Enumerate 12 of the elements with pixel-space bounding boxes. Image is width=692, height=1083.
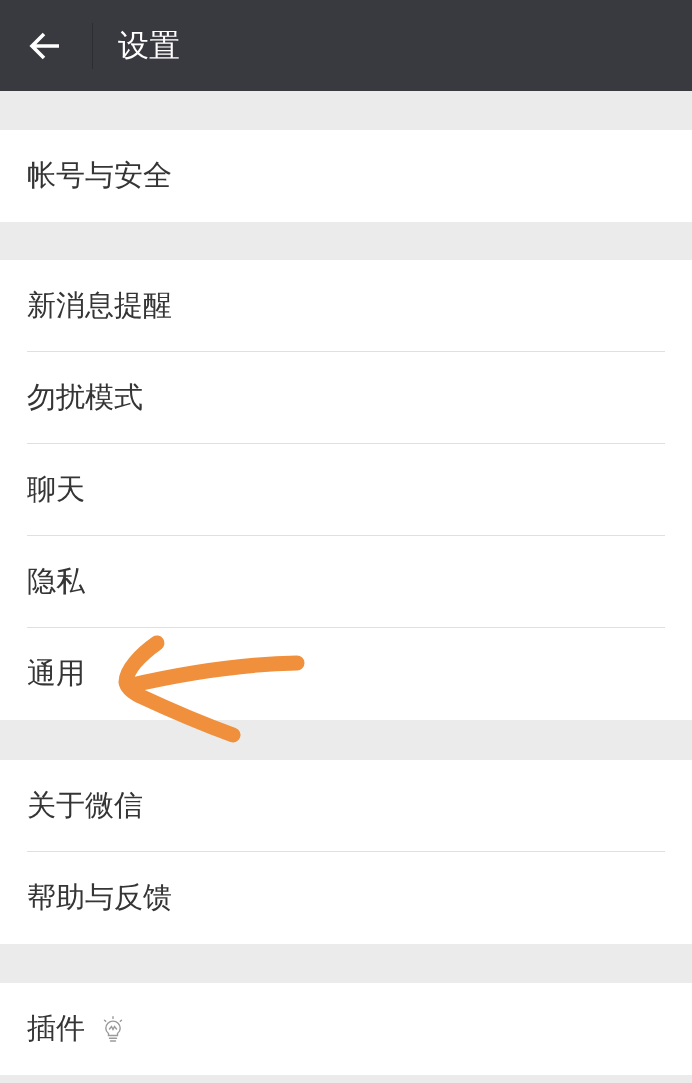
settings-item[interactable]: 隐私 [0,536,692,628]
settings-item[interactable]: 通用 [0,628,692,720]
settings-item[interactable]: 聊天 [0,444,692,536]
lightbulb-icon [103,1016,123,1042]
page-title: 设置 [118,26,180,65]
back-arrow-icon [29,31,61,60]
settings-item[interactable]: 关于微信 [0,760,692,852]
settings-item[interactable]: 插件 [0,983,692,1075]
settings-item[interactable]: 勿扰模式 [0,352,692,444]
settings-item[interactable]: 新消息提醒 [0,260,692,352]
settings-item[interactable]: 帐号与安全 [0,130,692,222]
settings-item[interactable]: 帮助与反馈 [0,852,692,944]
